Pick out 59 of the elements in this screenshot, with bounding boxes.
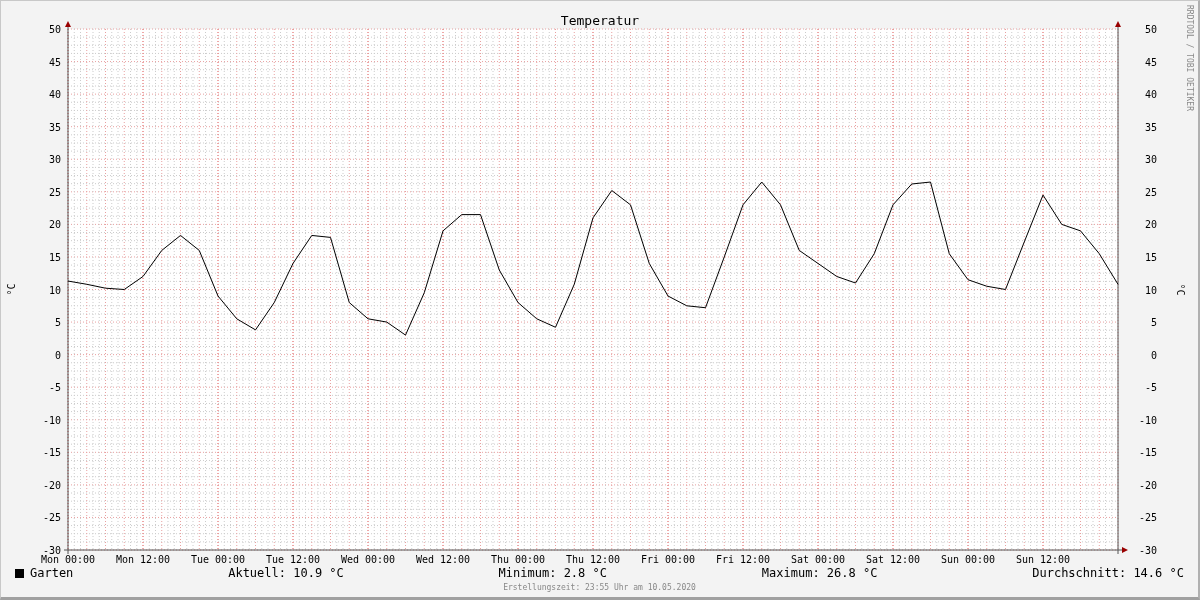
axis-tick-label: Fri 12:00 xyxy=(715,554,771,564)
axis-tick-label: -25 xyxy=(42,512,61,524)
axis-tick-label: 40 xyxy=(48,89,61,101)
axis-tick-label: 20 xyxy=(48,219,61,231)
axis-tick-label: -15 xyxy=(1138,447,1157,459)
axis-tick-label: Thu 12:00 xyxy=(565,554,621,564)
axis-tick-label: Mon 00:00 xyxy=(40,554,96,564)
axis-tick-label: -5 xyxy=(1144,382,1157,394)
y-axis-label: °C xyxy=(6,283,17,296)
credit-text: RRDTOOL / TOBI OETIKER xyxy=(1185,5,1194,111)
axis-tick-label: Thu 00:00 xyxy=(490,554,546,564)
axis-tick-label: Tue 00:00 xyxy=(190,554,246,564)
axis-tick-label: 25 xyxy=(1144,186,1157,198)
axis-tick-label: 0 xyxy=(1150,349,1157,361)
legend-swatch xyxy=(15,568,24,578)
axis-tick-label: -15 xyxy=(42,447,61,459)
legend-stat: Aktuell: 10.9 °C xyxy=(228,566,344,580)
axis-tick-label: 5 xyxy=(54,317,61,329)
axis-tick-label: 5 xyxy=(1150,317,1157,329)
axis-tick-label: -30 xyxy=(42,545,61,556)
axis-tick-label: Mon 12:00 xyxy=(115,554,171,564)
axis-tick-label: 45 xyxy=(1144,56,1157,68)
legend-stat: Minimum: 2.8 °C xyxy=(498,566,607,580)
axis-tick-label: 25 xyxy=(48,186,61,198)
legend-stat: Durchschnitt: 14.6 °C xyxy=(1032,566,1184,580)
axis-tick-label: 35 xyxy=(48,121,61,133)
axis-tick-label: -10 xyxy=(1138,414,1157,426)
axis-tick-label: 50 xyxy=(1144,24,1157,35)
axis-tick-label: -5 xyxy=(48,382,61,394)
axis-tick-label: -10 xyxy=(42,414,61,426)
axis-tick-label: 40 xyxy=(1144,89,1157,101)
y-axis-label: °C xyxy=(1175,283,1186,296)
axis-tick-label: 0 xyxy=(54,349,61,361)
axis-tick-label: Sun 12:00 xyxy=(1015,554,1071,564)
axis-tick-label: 10 xyxy=(1144,284,1157,296)
axis-tick-label: Wed 12:00 xyxy=(415,554,471,564)
legend-stat: Maximum: 26.8 °C xyxy=(761,566,878,580)
axis-tick-label: Wed 00:00 xyxy=(340,554,396,564)
chart-title: Temperatur xyxy=(560,13,640,28)
axis-tick-label: Sat 00:00 xyxy=(790,554,846,564)
axis-tick-label: Sat 12:00 xyxy=(865,554,921,564)
axis-tick-label: 30 xyxy=(48,154,61,166)
axis-tick-label: 50 xyxy=(48,24,61,35)
axis-tick-label: 45 xyxy=(48,56,61,68)
axis-tick-label: -20 xyxy=(1138,479,1157,491)
axis-tick-label: 30 xyxy=(1144,154,1157,166)
axis-tick-label: 35 xyxy=(1144,121,1157,133)
axis-tick-label: Tue 12:00 xyxy=(265,554,321,564)
axis-tick-label: -25 xyxy=(1138,512,1157,524)
axis-tick-label: 15 xyxy=(48,251,61,263)
axis-tick-label: 15 xyxy=(1144,251,1157,263)
axis-tick-label: Sun 00:00 xyxy=(940,554,996,564)
axis-tick-label: 10 xyxy=(48,284,61,296)
axis-tick-label: 20 xyxy=(1144,219,1157,231)
axis-tick-label: -20 xyxy=(42,479,61,491)
legend-label: Garten xyxy=(30,566,74,580)
axis-tick-label: Fri 00:00 xyxy=(640,554,696,564)
creation-time: Erstellungszeit: 23:55 Uhr am 10.05.2020 xyxy=(502,583,697,592)
axis-tick-label: -30 xyxy=(1138,545,1157,556)
